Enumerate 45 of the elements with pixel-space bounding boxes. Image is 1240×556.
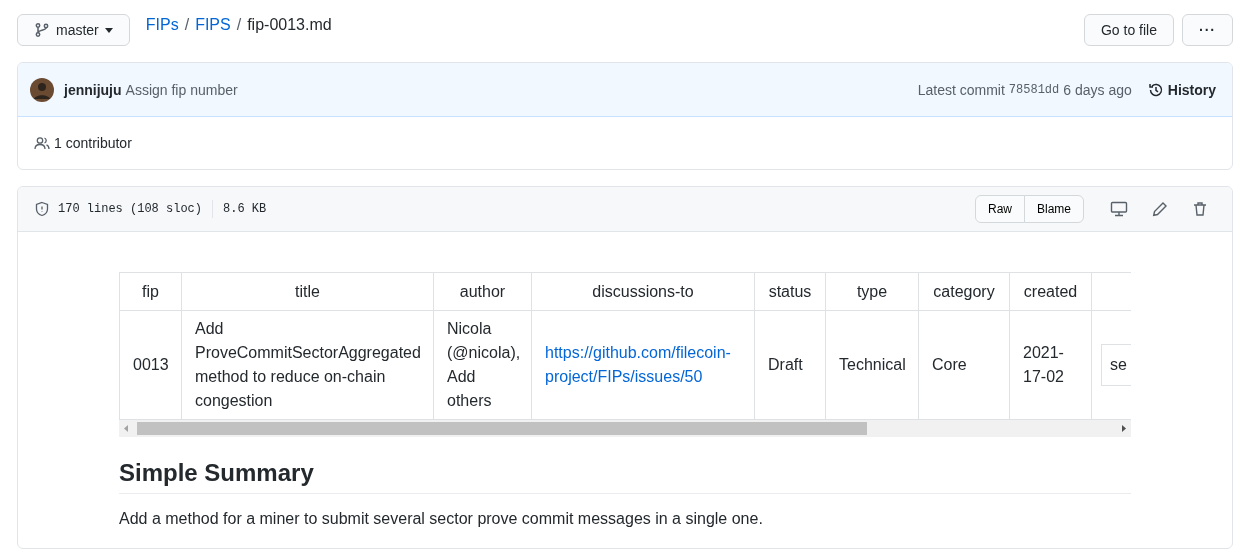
table-cell: Nicola (@nicola), Add others <box>447 320 521 409</box>
avatar <box>30 77 54 102</box>
horizontal-scrollbar[interactable] <box>119 420 1131 437</box>
scrollbar-thumb[interactable] <box>137 422 867 435</box>
breadcrumb-link[interactable]: FIPs <box>145 16 179 34</box>
file-action-button[interactable]: Blame <box>1024 195 1084 223</box>
summary-text: Add a method for a miner to submit several sector prove commit messages in a single one. <box>119 510 764 528</box>
column-header: category <box>933 282 995 300</box>
history-icon <box>1147 81 1164 98</box>
table-cell: 0013 <box>133 356 169 373</box>
caret-icon <box>104 27 113 33</box>
shield-icon <box>34 201 50 217</box>
column-header: author <box>459 282 506 300</box>
line-count: 170 lines (108 sloc) <box>58 202 203 216</box>
commit-message[interactable]: Assign fip number <box>125 81 238 98</box>
file-name: fip-0013.md <box>247 16 332 34</box>
branch-icon <box>34 22 50 38</box>
section-heading: Simple Summary <box>119 459 1131 494</box>
more-button[interactable]: ··· <box>1182 14 1233 46</box>
history-link[interactable]: History <box>1147 81 1216 98</box>
file-size: 8.6 KB <box>223 202 267 216</box>
path-separator: / <box>184 16 190 34</box>
path-separator: / <box>236 16 242 34</box>
breadcrumb-link[interactable]: FIPS <box>195 16 231 34</box>
table-cell: Draft <box>768 356 803 373</box>
column-header: created <box>1023 282 1078 300</box>
column-header: type <box>856 282 888 300</box>
column-header: fip <box>142 282 159 300</box>
table-cell: Core <box>932 356 967 373</box>
commit-author[interactable]: jennijuju <box>64 81 122 98</box>
table-cell: 2021-17-02 <box>1023 344 1064 385</box>
commit-age: 6 days ago <box>1063 81 1132 98</box>
column-header: status <box>768 282 812 300</box>
go-to-file-button[interactable]: Go to file <box>1083 14 1174 46</box>
file-action-button[interactable]: Raw <box>974 195 1025 223</box>
column-header: title <box>295 282 320 300</box>
latest-commit-label: Latest commit <box>917 81 1005 98</box>
column-header: discussions-to <box>592 282 694 300</box>
contributors-count[interactable]: 1 contributor <box>54 135 132 151</box>
commit-sha[interactable]: 78581dd <box>1008 82 1060 97</box>
table-cell: Technical <box>839 356 906 373</box>
branch-button[interactable]: master <box>17 14 130 46</box>
people-icon <box>34 135 50 151</box>
table-cell: se <box>1101 344 1131 386</box>
table-cell: Add ProveCommitSectorAggregated method to reduce on-chain congestion <box>195 320 421 409</box>
